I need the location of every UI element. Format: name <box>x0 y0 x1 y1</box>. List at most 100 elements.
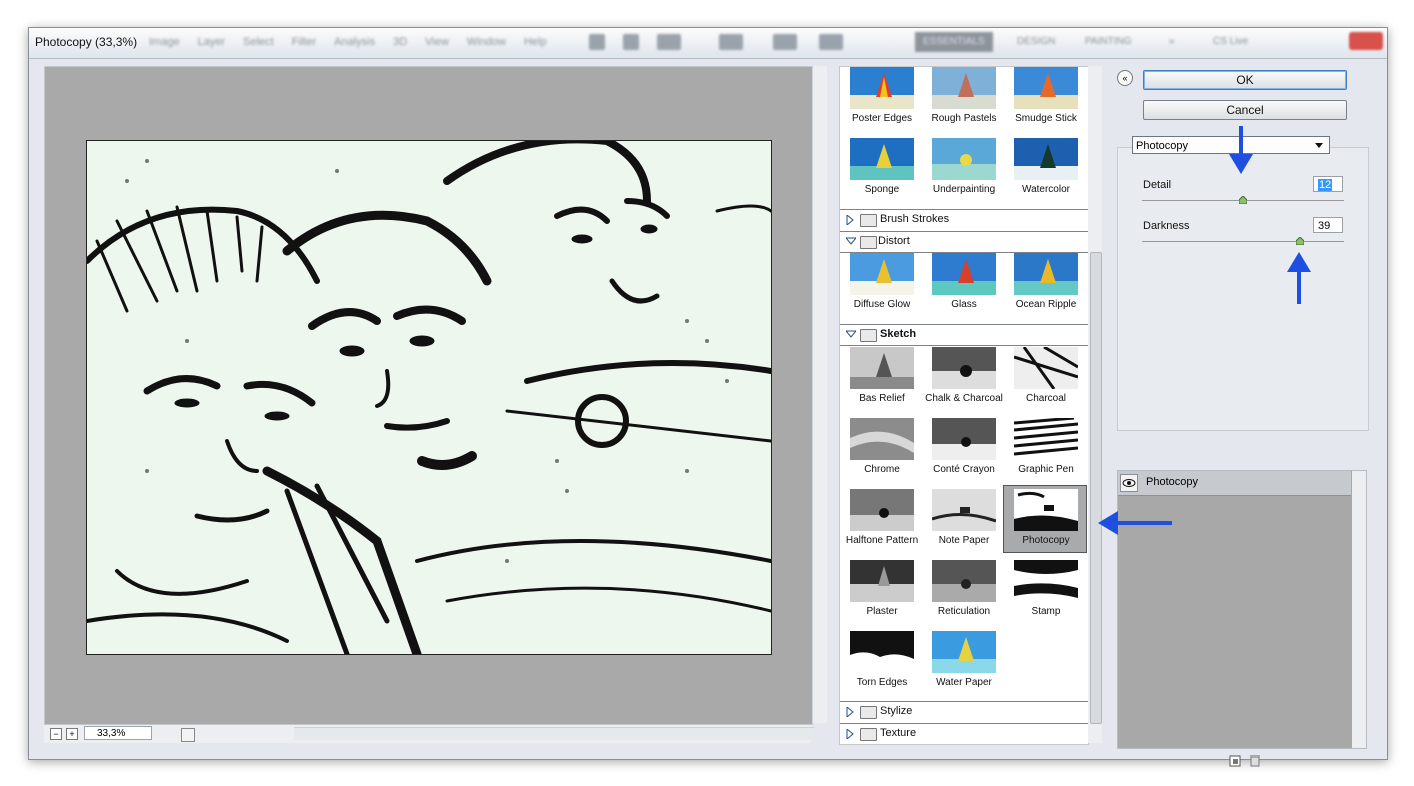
workspace-painting[interactable]: PAINTING <box>1077 32 1139 52</box>
filter-thumb-diffuse-glow[interactable]: Diffuse Glow <box>842 253 922 317</box>
filter-thumb-stamp[interactable]: Stamp <box>1006 560 1086 624</box>
menu-3d[interactable]: 3D <box>393 36 407 48</box>
filter-thumb-reticulation[interactable]: Reticulation <box>924 560 1004 624</box>
darkness-slider-knob[interactable] <box>1295 237 1304 245</box>
trash-icon[interactable] <box>1249 754 1261 767</box>
filter-thumb-chalk-charcoal[interactable]: Chalk & Charcoal <box>924 347 1004 411</box>
detail-input[interactable]: 12 <box>1313 176 1343 192</box>
folder-icon <box>860 214 877 227</box>
close-icon[interactable] <box>1349 32 1383 50</box>
toolbar-icon[interactable] <box>589 34 605 50</box>
chrome-thumbnail <box>850 418 914 460</box>
toolbar-icon[interactable] <box>623 34 639 50</box>
filter-thumb-ocean-ripple[interactable]: Ocean Ripple <box>1006 253 1086 317</box>
menu-bar: Image Layer Select Filter Analysis 3D Vi… <box>149 36 547 48</box>
smudge-stick-thumbnail <box>1014 67 1078 109</box>
torn-edges-thumbnail <box>850 631 914 673</box>
filter-thumb-photocopy[interactable]: Photocopy <box>1006 489 1086 553</box>
menu-filter[interactable]: Filter <box>292 36 316 48</box>
visibility-eye-icon[interactable] <box>1120 474 1138 492</box>
toolbar-icon[interactable] <box>819 34 843 50</box>
halftone-pattern-thumbnail <box>850 489 914 531</box>
filter-thumb-smudge-stick[interactable]: Smudge Stick <box>1006 67 1086 131</box>
zoom-out-button[interactable]: − <box>50 728 62 740</box>
menu-layer[interactable]: Layer <box>198 36 226 48</box>
effect-layer-row[interactable]: Photocopy <box>1118 471 1351 496</box>
filter-thumb-glass[interactable]: Glass <box>924 253 1004 317</box>
category-brush-strokes[interactable]: Brush Strokes <box>840 209 1088 230</box>
zoom-level-field[interactable]: 33,3% <box>84 726 195 742</box>
new-effect-layer-icon[interactable] <box>1229 755 1241 767</box>
workspace-essentials[interactable]: ESSENTIALS <box>915 32 993 52</box>
filter-thumb-sponge[interactable]: Sponge <box>842 138 922 202</box>
filter-thumb-graphic-pen[interactable]: Graphic Pen <box>1006 418 1086 482</box>
filter-thumb-chrome[interactable]: Chrome <box>842 418 922 482</box>
category-sketch[interactable]: Sketch <box>840 324 1088 346</box>
ok-button[interactable]: OK <box>1143 70 1347 90</box>
zoom-in-button[interactable]: + <box>66 728 78 740</box>
expand-arrow-icon <box>846 729 854 739</box>
menu-analysis[interactable]: Analysis <box>334 36 375 48</box>
collapse-arrow-icon <box>846 330 856 338</box>
filter-thumb-bas-relief[interactable]: Bas Relief <box>842 347 922 411</box>
gallery-scroll-thumb[interactable] <box>1090 252 1102 724</box>
effect-layer-label: Photocopy <box>1146 476 1198 488</box>
category-stylize[interactable]: Stylize <box>840 701 1088 722</box>
watercolor-thumbnail <box>1014 138 1078 180</box>
collapse-gallery-icon[interactable]: « <box>1117 70 1133 86</box>
workspace-more[interactable]: » <box>1161 32 1183 52</box>
preview-vertical-scrollbar[interactable] <box>812 66 827 723</box>
filter-thumb-underpainting[interactable]: Underpainting <box>924 138 1004 202</box>
diffuse-glow-thumbnail <box>850 253 914 295</box>
filter-thumb-plaster[interactable]: Plaster <box>842 560 922 624</box>
water-paper-thumbnail <box>932 631 996 673</box>
chevron-down-icon[interactable] <box>181 728 195 742</box>
filter-thumb-rough-pastels[interactable]: Rough Pastels <box>924 67 1004 131</box>
darkness-label: Darkness <box>1143 220 1190 232</box>
reticulation-thumbnail <box>932 560 996 602</box>
preview-image <box>86 140 772 655</box>
workspace-design[interactable]: DESIGN <box>1009 32 1063 52</box>
cancel-button[interactable]: Cancel <box>1143 100 1347 120</box>
title-bar: Photocopy (33,3%) Image Layer Select Fil… <box>29 28 1387 59</box>
gallery-vertical-scrollbar[interactable] <box>1088 66 1102 743</box>
filter-thumb-watercolor[interactable]: Watercolor <box>1006 138 1086 202</box>
sponge-thumbnail <box>850 138 914 180</box>
detail-value: 12 <box>1318 179 1333 191</box>
filter-thumb-poster-edges[interactable]: Poster Edges <box>842 67 922 131</box>
filter-gallery-window: Photocopy (33,3%) Image Layer Select Fil… <box>28 27 1388 767</box>
expand-arrow-icon <box>846 215 854 225</box>
filter-thumb-torn-edges[interactable]: Torn Edges <box>842 631 922 695</box>
darkness-input[interactable]: 39 <box>1313 217 1343 233</box>
menu-view[interactable]: View <box>425 36 449 48</box>
plaster-thumbnail <box>850 560 914 602</box>
filter-thumb-halftone-pattern[interactable]: Halftone Pattern <box>842 489 922 553</box>
toolbar-icon[interactable] <box>773 34 797 50</box>
filter-thumb-water-paper[interactable]: Water Paper <box>924 631 1004 695</box>
menu-help[interactable]: Help <box>524 36 547 48</box>
bas-relief-thumbnail <box>850 347 914 389</box>
layers-scrollbar[interactable] <box>1352 471 1366 748</box>
annotation-arrow-up-icon <box>1287 252 1311 304</box>
toolbar-icon[interactable] <box>657 34 681 50</box>
menu-window[interactable]: Window <box>467 36 506 48</box>
detail-slider-knob[interactable] <box>1239 196 1247 204</box>
detail-label: Detail <box>1143 179 1172 191</box>
cs-live[interactable]: CS Live <box>1205 32 1256 52</box>
preview-horizontal-scrollbar[interactable] <box>294 727 814 740</box>
zoom-bar: − + 33,3% <box>44 725 814 743</box>
menu-image[interactable]: Image <box>149 36 180 48</box>
ocean-ripple-thumbnail <box>1014 253 1078 295</box>
category-distort[interactable]: Distort <box>840 231 1088 253</box>
filter-thumb-note-paper[interactable]: Note Paper <box>924 489 1004 553</box>
darkness-slider-track[interactable] <box>1142 241 1344 242</box>
annotation-arrow-down-icon <box>1229 126 1253 174</box>
rough-pastels-thumbnail <box>932 67 996 109</box>
toolbar-icon[interactable] <box>719 34 743 50</box>
menu-select[interactable]: Select <box>243 36 274 48</box>
glass-thumbnail <box>932 253 996 295</box>
category-texture[interactable]: Texture <box>840 723 1088 744</box>
filter-thumb-conte-crayon[interactable]: Conté Crayon <box>924 418 1004 482</box>
filter-parameters: Photocopy Detail 12 Darkness 39 <box>1117 136 1369 431</box>
filter-thumb-charcoal[interactable]: Charcoal <box>1006 347 1086 411</box>
